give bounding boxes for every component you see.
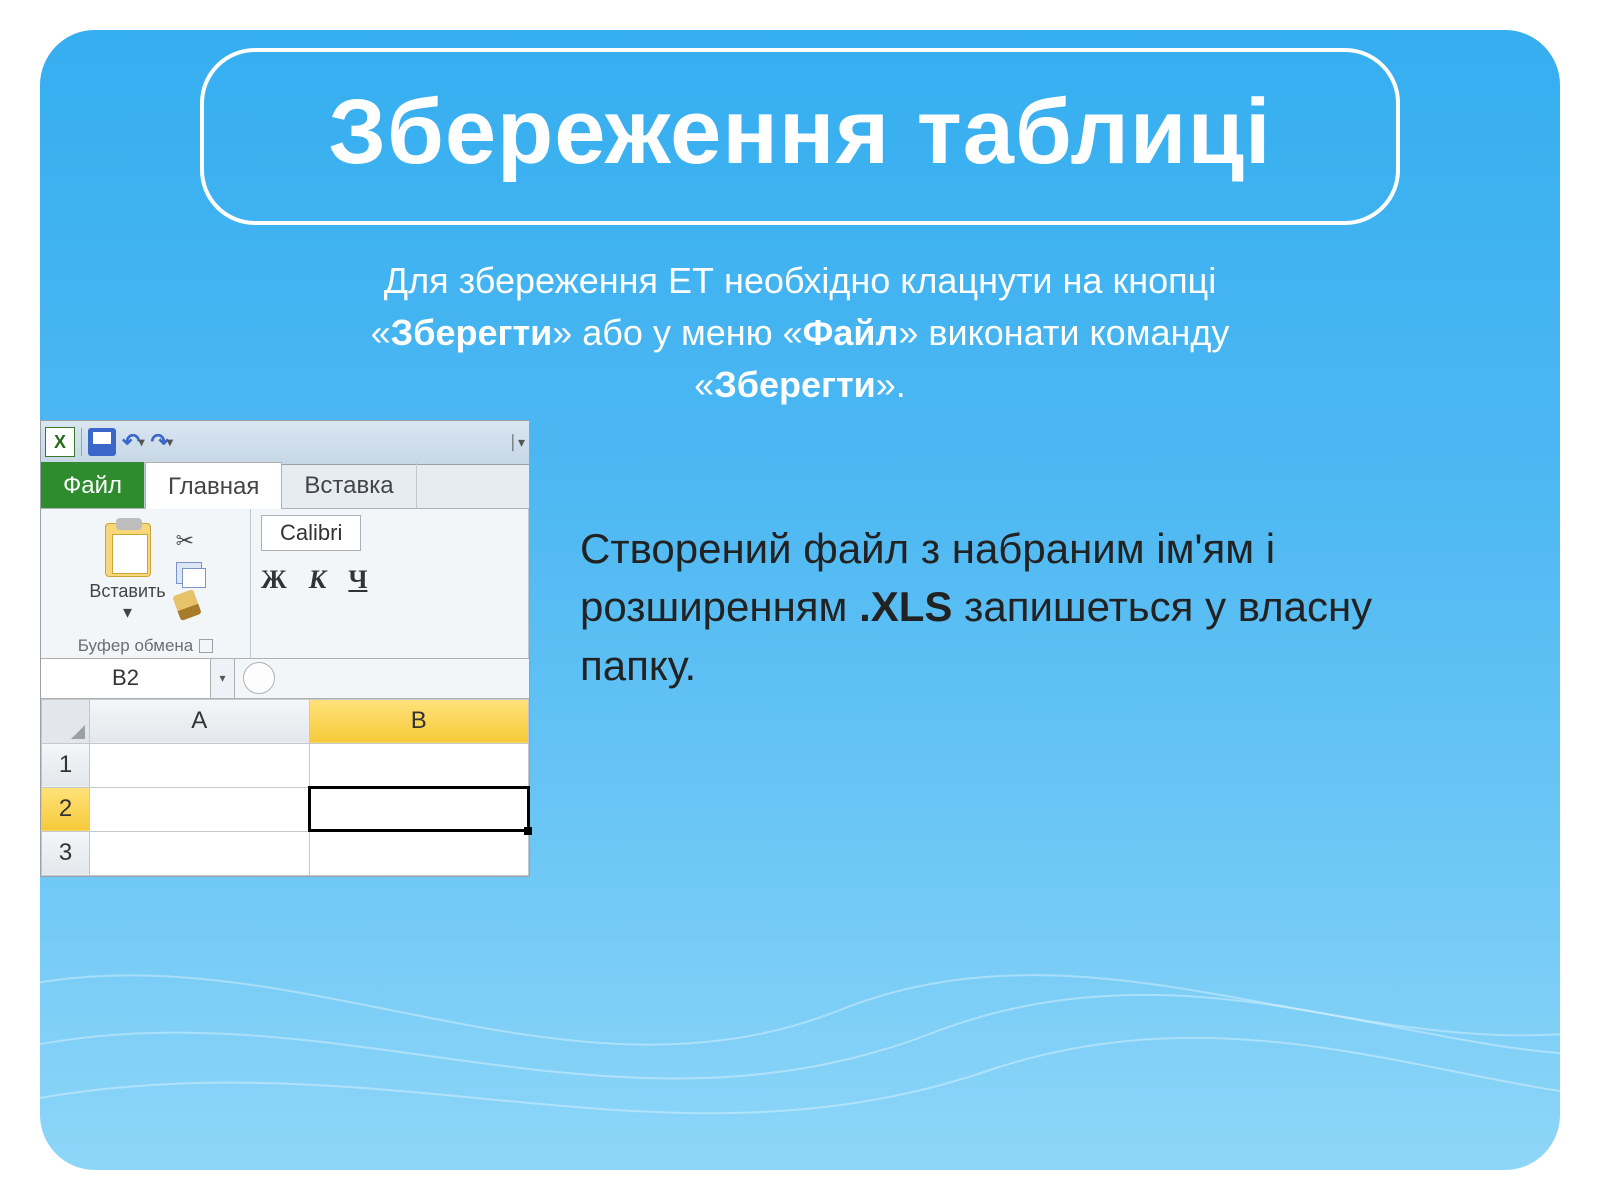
title-box: Збереження таблиці [200, 48, 1400, 225]
qat-separator [81, 428, 82, 456]
row-header-1[interactable]: 1 [42, 743, 90, 787]
paste-button[interactable]: Вставить ▾ [89, 523, 165, 623]
subtitle-q2: « [694, 364, 714, 405]
subtitle-end: ». [876, 364, 906, 405]
undo-icon[interactable]: ↶▾ [122, 429, 144, 455]
cell-b2-selected[interactable] [309, 787, 529, 831]
clipboard-group-label: Буфер обмена [78, 632, 214, 656]
ribbon: Вставить ▾ ✂ Буфер обмена [41, 509, 529, 659]
excel-screenshot: X ↶▾ ↷▾ │▾ Файл Главная Вставка [40, 420, 530, 877]
formula-bar-row: B2 ▾ [41, 659, 529, 699]
slide: Збереження таблиці Для збереження ЕТ нео… [40, 30, 1560, 1170]
ribbon-tabs: Файл Главная Вставка [41, 465, 529, 509]
subtitle: Для збереження ЕТ необхідно клацнути на … [40, 255, 1560, 412]
clipboard-group: Вставить ▾ ✂ Буфер обмена [41, 509, 251, 658]
subtitle-file: Файл [803, 312, 899, 353]
col-header-a[interactable]: A [90, 699, 310, 743]
spreadsheet-grid: A B 1 2 3 [41, 699, 529, 876]
subtitle-save2: Зберегти [714, 364, 876, 405]
subtitle-post: » виконати команду [898, 312, 1229, 353]
subtitle-q1: « [371, 312, 391, 353]
cell-a1[interactable] [90, 743, 310, 787]
paste-dropdown-icon[interactable]: ▾ [123, 602, 132, 623]
bold-button[interactable]: Ж [261, 565, 287, 595]
cell-a3[interactable] [90, 831, 310, 875]
row-header-3[interactable]: 3 [42, 831, 90, 875]
tab-home[interactable]: Главная [145, 462, 282, 509]
cell-b3[interactable] [309, 831, 529, 875]
save-icon[interactable] [88, 428, 116, 456]
subtitle-line1: Для збереження ЕТ необхідно клацнути на … [384, 260, 1216, 301]
subtitle-mid: » або у меню « [552, 312, 802, 353]
excel-app-icon[interactable]: X [45, 427, 75, 457]
cell-a2[interactable] [90, 787, 310, 831]
name-box-dropdown-icon[interactable]: ▾ [211, 659, 235, 698]
cut-icon[interactable]: ✂ [176, 528, 202, 554]
desc-extension: .XLS [859, 583, 952, 630]
format-painter-icon[interactable] [172, 589, 202, 621]
redo-icon[interactable]: ↷▾ [150, 429, 172, 455]
tab-file[interactable]: Файл [41, 462, 145, 508]
content-row: X ↶▾ ↷▾ │▾ Файл Главная Вставка [40, 420, 1560, 877]
font-name-selector[interactable]: Calibri [261, 515, 361, 551]
quick-access-toolbar: X ↶▾ ↷▾ │▾ [41, 421, 529, 465]
font-group: Calibri Ж К Ч [251, 509, 529, 658]
slide-title: Збереження таблиці [244, 80, 1356, 185]
cell-b1[interactable] [309, 743, 529, 787]
formula-cancel-icon[interactable] [243, 662, 275, 694]
row-header-2[interactable]: 2 [42, 787, 90, 831]
italic-button[interactable]: К [309, 565, 327, 595]
underline-button[interactable]: Ч [348, 565, 367, 595]
subtitle-save: Зберегти [391, 312, 553, 353]
clipboard-group-text: Буфер обмена [78, 636, 194, 656]
qat-customize-icon[interactable]: │▾ [509, 434, 525, 451]
clipboard-icon [105, 523, 151, 577]
select-all-corner[interactable] [42, 699, 90, 743]
col-header-b[interactable]: B [309, 699, 529, 743]
copy-icon[interactable] [176, 562, 202, 584]
dialog-launcher-icon[interactable] [199, 639, 213, 653]
tab-insert[interactable]: Вставка [282, 462, 416, 508]
description: Створений файл з набраним ім'ям і розшир… [580, 520, 1460, 696]
paste-label: Вставить [89, 581, 165, 602]
name-box[interactable]: B2 [41, 659, 211, 698]
